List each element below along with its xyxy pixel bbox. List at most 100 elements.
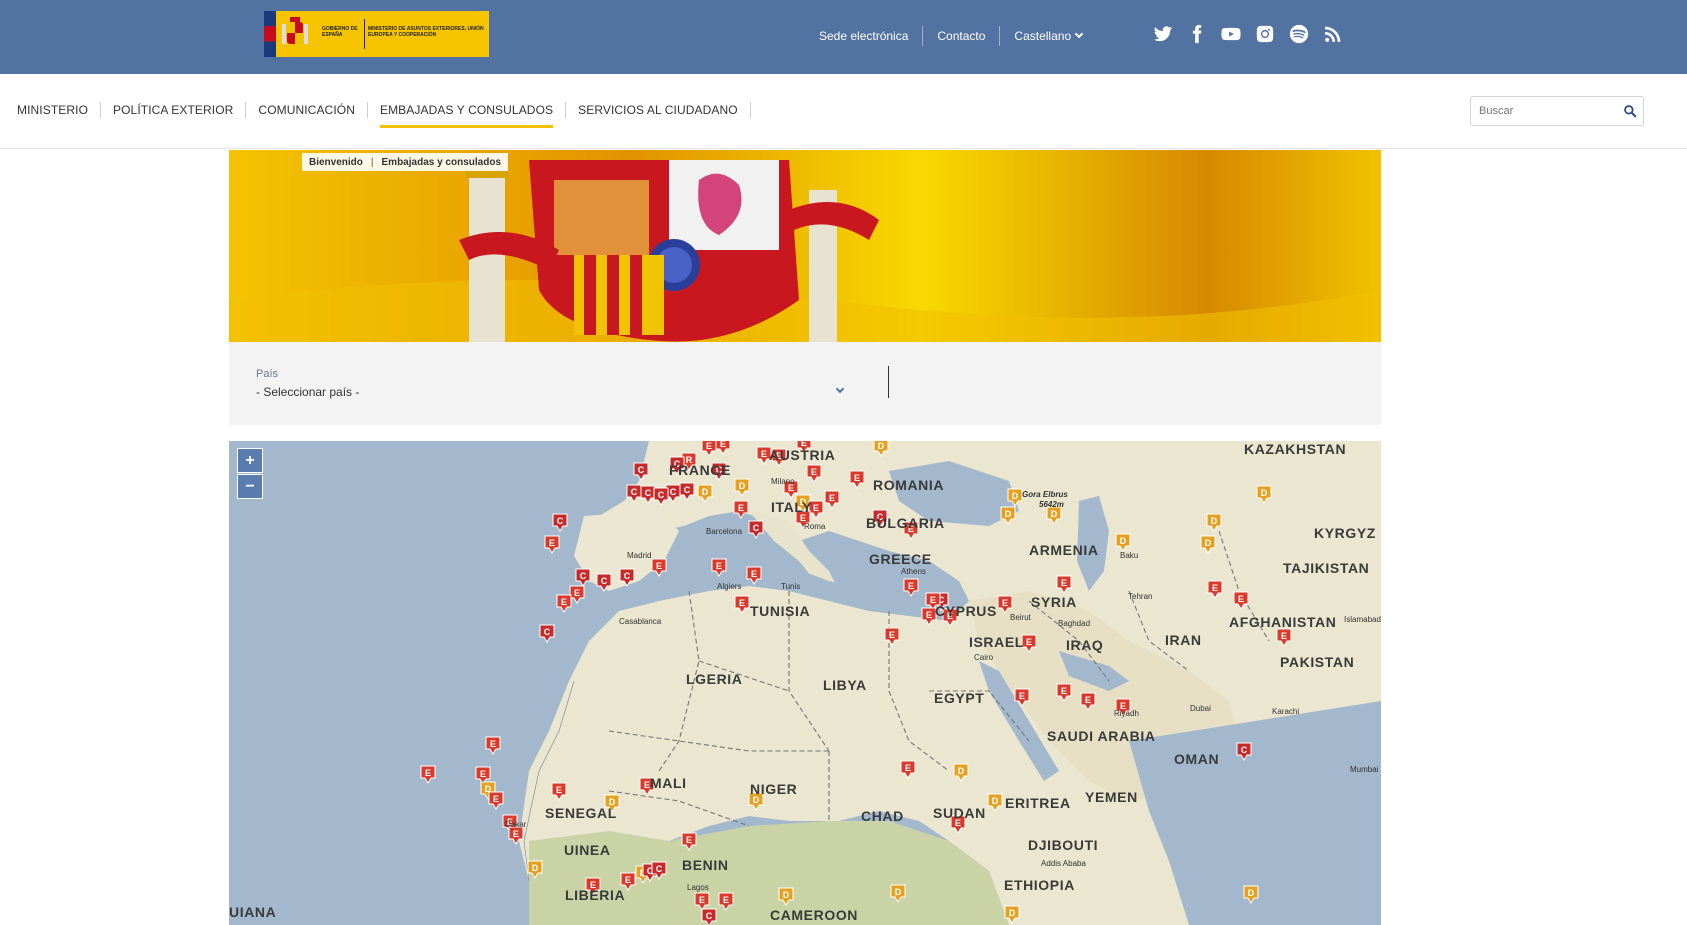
country-label-greece: GREECE xyxy=(869,551,932,567)
svg-text:E: E xyxy=(480,769,486,779)
map-marker[interactable]: E xyxy=(485,736,501,755)
instagram-icon[interactable] xyxy=(1255,24,1275,44)
search-input[interactable] xyxy=(1471,97,1611,125)
svg-text:E: E xyxy=(926,610,932,620)
svg-text:D: D xyxy=(532,863,539,873)
city-label-athens: Athens xyxy=(901,567,926,576)
map-marker[interactable]: C xyxy=(748,520,764,539)
map-marker[interactable]: E xyxy=(475,766,491,785)
svg-text:C: C xyxy=(670,487,677,497)
nav-item-ministerio[interactable]: MINISTERIO xyxy=(5,102,102,118)
country-label-romania: ROMANIA xyxy=(873,477,945,493)
country-label-saudi-arabia: SAUDI ARABIA xyxy=(1047,728,1156,744)
breadcrumb-home[interactable]: Bienvenido xyxy=(309,157,363,168)
city-label-addis-ababa: Addis Ababa xyxy=(1041,859,1086,868)
svg-text:C: C xyxy=(656,864,663,874)
svg-text:D: D xyxy=(1120,536,1127,546)
map-marker[interactable]: E xyxy=(420,765,436,784)
logo-divider xyxy=(364,19,365,49)
svg-text:D: D xyxy=(895,887,902,897)
country-label-cameroon: CAMEROON xyxy=(770,907,859,923)
svg-text:E: E xyxy=(1061,578,1067,588)
city-label-roma: Roma xyxy=(804,522,826,531)
language-selector[interactable]: Castellano xyxy=(1000,26,1096,46)
country-label-pakistan: PAKISTAN xyxy=(1280,654,1355,670)
map-marker[interactable]: E xyxy=(488,791,504,810)
city-label-tunis: Tunis xyxy=(781,582,801,591)
city-label-karachi: Karachi xyxy=(1272,707,1300,716)
breadcrumb-current[interactable]: Embajadas y consulados xyxy=(382,157,502,168)
coat-of-arms-icon xyxy=(282,17,308,44)
svg-text:C: C xyxy=(601,576,608,586)
city-label-mumbai: Mumbai xyxy=(1350,765,1379,774)
country-label-yemen: YEMEN xyxy=(1085,789,1138,805)
country-select[interactable]: - Seleccionar país - xyxy=(256,385,359,399)
nav-item-servicios-ciudadano[interactable]: SERVICIOS AL CIUDADANO xyxy=(566,102,751,118)
svg-text:E: E xyxy=(1238,594,1244,604)
svg-text:E: E xyxy=(1026,637,1032,647)
embassy-map[interactable]: EEEEERCCCCCCCCDDEEDEDEEECECECEEEECCCEEEC… xyxy=(229,441,1381,925)
youtube-icon[interactable] xyxy=(1221,24,1241,44)
svg-text:E: E xyxy=(490,739,496,749)
country-label-libya: LIBYA xyxy=(823,677,867,693)
zoom-control: + − xyxy=(237,448,263,499)
zoom-out-button[interactable]: − xyxy=(237,474,263,499)
svg-text:E: E xyxy=(625,875,631,885)
twitter-icon[interactable] xyxy=(1153,24,1173,44)
zoom-in-button[interactable]: + xyxy=(237,448,263,473)
map-marker[interactable]: E xyxy=(544,535,560,554)
map-marker[interactable]: C xyxy=(539,624,555,643)
svg-text:E: E xyxy=(905,763,911,773)
nav-item-comunicacion[interactable]: COMUNICACIÓN xyxy=(246,102,368,118)
city-label-madrid: Madrid xyxy=(627,551,652,560)
spotify-icon[interactable] xyxy=(1289,24,1309,44)
country-label-israel: ISRAEL xyxy=(969,634,1024,650)
social-links xyxy=(1153,24,1343,44)
svg-text:C: C xyxy=(638,465,645,475)
svg-text:D: D xyxy=(878,441,885,451)
breadcrumb: Bienvenido | Embajadas y consulados xyxy=(302,153,509,171)
search-icon[interactable] xyxy=(1623,104,1637,118)
svg-text:C: C xyxy=(557,516,564,526)
contacto-link[interactable]: Contacto xyxy=(923,26,1001,46)
svg-text:D: D xyxy=(1012,491,1019,501)
nav-item-politica-exterior[interactable]: POLÍTICA EXTERIOR xyxy=(101,102,247,118)
rss-icon[interactable] xyxy=(1323,24,1343,44)
city-label-cairo: Cairo xyxy=(974,653,994,662)
country-label-algeria: LGERIA xyxy=(686,671,743,687)
svg-text:E: E xyxy=(720,441,726,449)
country-label-senegal: SENEGAL xyxy=(545,805,617,821)
city-label-tehran: Tehran xyxy=(1128,592,1153,601)
svg-text:E: E xyxy=(686,835,692,845)
map-marker[interactable]: E xyxy=(569,585,585,604)
svg-text:D: D xyxy=(1211,516,1218,526)
top-links: Sede electrónica Contacto Castellano xyxy=(805,26,1096,46)
city-label-beirut: Beirut xyxy=(1010,613,1031,622)
country-label-austria: AUSTRIA xyxy=(769,447,836,463)
map-marker[interactable]: E xyxy=(556,594,572,613)
map-marker[interactable]: C xyxy=(552,513,568,532)
map-marker[interactable]: C xyxy=(575,568,591,587)
svg-text:E: E xyxy=(1019,691,1025,701)
government-logo[interactable]: Gobierno de España Ministerio de Asuntos… xyxy=(264,11,489,57)
svg-text:E: E xyxy=(811,467,817,477)
city-label-riyadh: Riyadh xyxy=(1114,709,1139,718)
svg-text:D: D xyxy=(1005,509,1012,519)
svg-text:C: C xyxy=(684,485,691,495)
sede-electronica-link[interactable]: Sede electrónica xyxy=(805,26,924,46)
svg-text:E: E xyxy=(1085,695,1091,705)
svg-text:E: E xyxy=(699,895,705,905)
filter-divider xyxy=(888,366,889,398)
city-label-milano: Milano xyxy=(771,477,795,486)
map-marker[interactable]: E xyxy=(733,500,749,519)
country-label-kyrgyz: KYRGYZ xyxy=(1314,525,1376,541)
chevron-down-icon[interactable] xyxy=(835,384,845,394)
country-label-bulgaria: BULGARIA xyxy=(866,515,945,531)
facebook-icon[interactable] xyxy=(1187,24,1207,44)
svg-text:E: E xyxy=(829,493,835,503)
nav-item-embajadas-consulados[interactable]: EMBAJADAS Y CONSULADOS xyxy=(368,102,567,128)
country-label-oman: OMAN xyxy=(1174,751,1220,767)
city-label-gora-elbrus: Gora Elbrus xyxy=(1022,490,1068,499)
svg-text:C: C xyxy=(1241,745,1248,755)
svg-text:D: D xyxy=(992,796,999,806)
